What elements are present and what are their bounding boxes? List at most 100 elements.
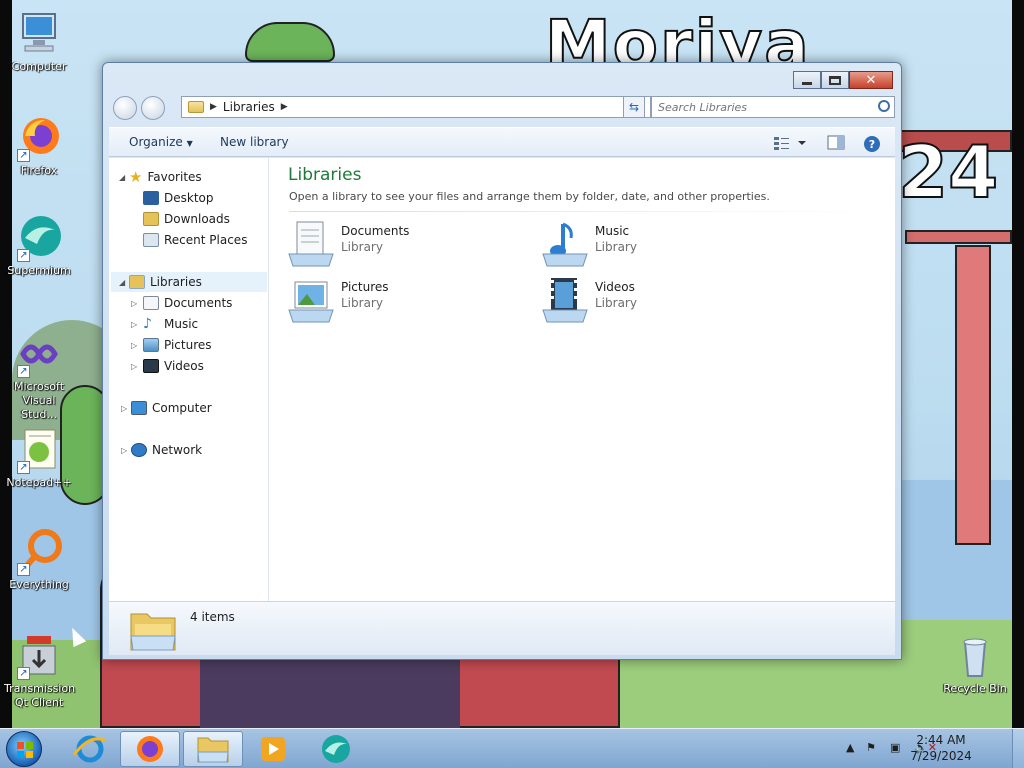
nav-documents[interactable]: Documents xyxy=(143,293,232,313)
search-box[interactable] xyxy=(651,96,895,118)
breadcrumb-libraries[interactable]: Libraries xyxy=(223,100,275,114)
nav-item-label: Videos xyxy=(164,359,204,373)
clock-date: 7/29/2024 xyxy=(910,749,972,763)
desktop-icon-everything[interactable]: ↗ Everything xyxy=(4,528,74,592)
taskbar-media-player[interactable] xyxy=(243,731,303,767)
forward-button[interactable] xyxy=(141,96,165,120)
search-input[interactable] xyxy=(652,97,862,117)
visual-studio-icon: ↗ xyxy=(15,330,63,378)
library-item-documents[interactable]: Documents Library xyxy=(287,220,517,272)
taskbar-supermium[interactable] xyxy=(306,731,366,767)
library-item-music[interactable]: Music Library xyxy=(541,220,771,272)
expand-arrow-icon[interactable]: ▷ xyxy=(131,299,137,308)
nav-item-label: Documents xyxy=(164,296,233,310)
svg-text:?: ? xyxy=(869,138,875,151)
nav-downloads[interactable]: Downloads xyxy=(143,209,230,229)
shortcut-arrow-icon: ↗ xyxy=(17,149,30,162)
change-view-button[interactable] xyxy=(773,135,807,154)
nav-computer[interactable]: Computer xyxy=(131,398,212,418)
wallpaper-frog xyxy=(245,22,335,62)
library-item-pictures[interactable]: Pictures Library xyxy=(287,276,517,328)
nav-favorites[interactable]: ★ Favorites xyxy=(129,167,202,187)
documents-library-icon xyxy=(288,221,334,267)
everything-search-icon: ↗ xyxy=(15,528,63,576)
expand-arrow-icon[interactable]: ▷ xyxy=(131,341,137,350)
music-library-icon xyxy=(542,222,588,267)
maximize-button[interactable] xyxy=(821,71,849,89)
nav-libraries-label: Libraries xyxy=(150,275,202,289)
nav-recent-places[interactable]: Recent Places xyxy=(143,230,247,250)
internet-explorer-icon xyxy=(72,735,107,763)
content-pane: Libraries Open a library to see your fil… xyxy=(269,158,895,601)
expand-arrow-icon[interactable]: ▷ xyxy=(121,446,127,455)
desktop-icon-label: Recycle Bin xyxy=(943,682,1007,695)
expand-arrow-icon[interactable]: ▷ xyxy=(121,404,127,413)
expand-arrow-icon[interactable]: ▷ xyxy=(131,362,137,371)
nav-videos[interactable]: Videos xyxy=(143,356,204,376)
wallpaper-torii-bar xyxy=(905,230,1012,244)
desktop-icon-transmission[interactable]: ↗ Transmission Qt Client xyxy=(4,632,75,710)
collapse-arrow-icon[interactable]: ◢ xyxy=(119,278,125,287)
shortcut-arrow-icon: ↗ xyxy=(17,249,30,262)
wallpaper-year: 24 xyxy=(897,129,999,215)
nav-item-label: Downloads xyxy=(164,212,230,226)
desktop-icon-visual-studio[interactable]: ↗ Microsoft Visual Stud... xyxy=(4,330,74,422)
library-type: Library xyxy=(595,240,637,254)
chevron-down-icon: ▼ xyxy=(186,139,193,148)
close-button[interactable]: ✕ xyxy=(849,71,893,89)
nav-pictures[interactable]: Pictures xyxy=(143,335,212,355)
shortcut-arrow-icon: ↗ xyxy=(17,563,30,576)
back-button[interactable] xyxy=(113,96,137,120)
organize-label: Organize xyxy=(129,135,183,149)
nav-libraries[interactable]: Libraries xyxy=(111,272,267,292)
desktop-icon-firefox[interactable]: ↗ Firefox xyxy=(4,114,74,178)
help-button[interactable]: ? xyxy=(863,135,881,156)
close-icon: ✕ xyxy=(865,72,877,88)
clock[interactable]: 2:44 AM 7/29/2024 xyxy=(908,732,974,764)
nav-favorites-label: Favorites xyxy=(147,170,202,184)
desktop-icon-supermium[interactable]: ↗ Supermium xyxy=(4,214,74,278)
taskbar-windows-explorer[interactable] xyxy=(183,731,243,767)
caption-buttons: ✕ xyxy=(793,71,893,89)
breadcrumb-separator-icon[interactable]: ▶ xyxy=(281,102,288,112)
library-item-videos[interactable]: Videos Library xyxy=(541,276,771,328)
desktop-icon-label: Supermium xyxy=(7,264,71,277)
action-center-flag-icon[interactable]: ⚑ xyxy=(866,741,876,754)
navigation-bar: ▶ Libraries ▶ ▼ ⇆ xyxy=(111,95,895,121)
divider xyxy=(289,211,879,212)
windows-explorer-icon xyxy=(197,737,229,763)
explorer-window[interactable]: ✕ ▶ Libraries ▶ ▼ ⇆ Organize ▼ New libra… xyxy=(102,62,902,660)
wallpaper-border-right xyxy=(1012,0,1024,728)
taskbar-firefox[interactable] xyxy=(120,731,180,767)
nav-desktop[interactable]: Desktop xyxy=(143,188,214,208)
nav-music[interactable]: ♪ Music xyxy=(143,314,198,334)
minimize-button[interactable] xyxy=(793,71,821,89)
desktop-icon-recycle-bin[interactable]: Recycle Bin xyxy=(940,632,1010,696)
supermium-icon xyxy=(322,735,350,763)
desktop-icon-computer[interactable]: Computer xyxy=(4,10,74,74)
preview-pane-button[interactable] xyxy=(827,135,845,154)
nav-item-label: Recent Places xyxy=(164,233,248,247)
expand-arrow-icon[interactable]: ▷ xyxy=(131,320,137,329)
desktop-icon-notepad-plus-plus[interactable]: ↗ Notepad++ xyxy=(4,426,74,490)
desktop-icon-label: Computer xyxy=(11,60,67,73)
organize-button[interactable]: Organize ▼ xyxy=(129,135,193,149)
start-button[interactable] xyxy=(6,731,42,767)
new-library-button[interactable]: New library xyxy=(220,135,289,149)
show-desktop-button[interactable] xyxy=(1012,729,1024,768)
nav-network[interactable]: Network xyxy=(131,440,202,460)
libraries-folder-icon xyxy=(129,275,145,289)
wallpaper-torii-post xyxy=(955,245,991,545)
refresh-button[interactable]: ⇆ xyxy=(623,96,645,118)
taskbar-internet-explorer[interactable] xyxy=(60,731,120,767)
collapse-arrow-icon[interactable]: ◢ xyxy=(119,173,125,182)
search-icon[interactable] xyxy=(878,100,890,112)
desktop-icon-label: Microsoft Visual Stud... xyxy=(13,380,65,421)
pictures-library-icon xyxy=(288,281,334,323)
network-tray-icon[interactable]: ▣ xyxy=(890,741,900,754)
show-hidden-icons-button[interactable]: ▲ xyxy=(846,741,854,754)
library-name: Documents xyxy=(341,224,410,238)
address-bar[interactable]: ▶ Libraries ▶ ▼ xyxy=(181,96,651,118)
library-type: Library xyxy=(341,296,383,310)
documents-library-icon xyxy=(143,296,159,310)
